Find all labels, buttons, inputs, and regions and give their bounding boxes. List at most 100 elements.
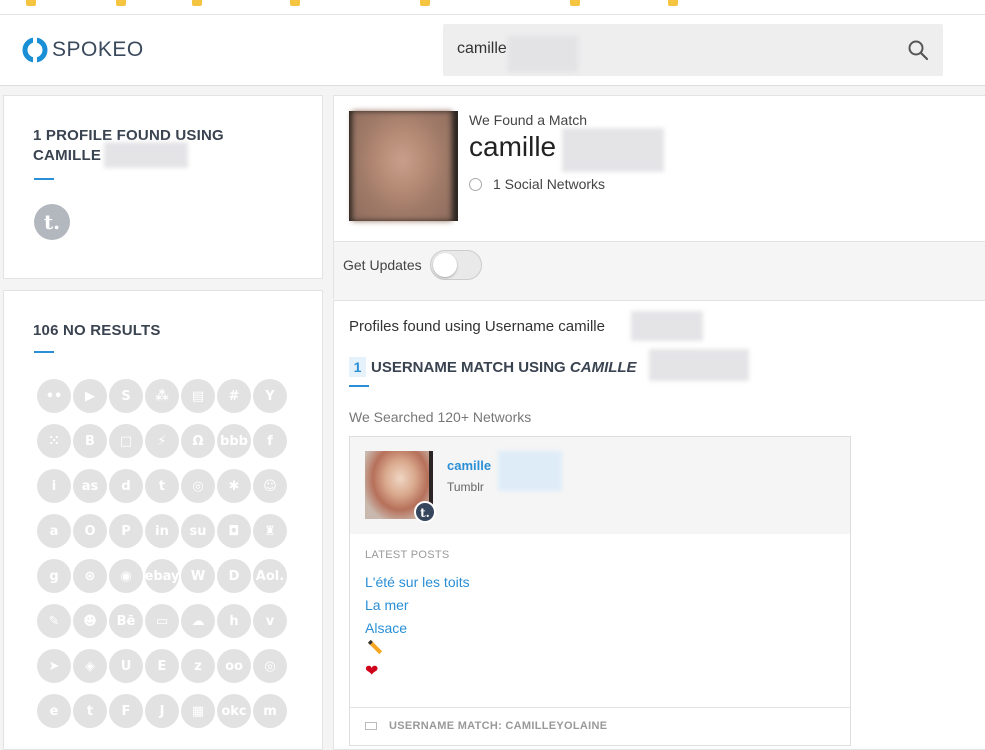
blog-icon[interactable]: ▤	[181, 379, 215, 413]
amazon-icon[interactable]: a	[37, 514, 71, 548]
smile-icon[interactable]: ☻	[73, 604, 107, 638]
square-icon[interactable]: □	[109, 424, 143, 458]
goodreads-icon[interactable]: g	[37, 559, 71, 593]
get-updates-toggle[interactable]	[430, 250, 482, 280]
info-icon[interactable]: i	[37, 469, 71, 503]
bookmark-folder-icon[interactable]	[116, 0, 126, 6]
face-icon[interactable]: ☺	[253, 469, 287, 503]
target-icon[interactable]: ◎	[253, 649, 287, 683]
result-item: t. camille Tumblr LATEST POSTS L'été sur…	[349, 436, 851, 746]
search-icon[interactable]	[907, 39, 929, 61]
zap-icon[interactable]: ⚡	[145, 424, 179, 458]
houzz-icon[interactable]: h	[217, 604, 251, 638]
tripadvisor-icon[interactable]: oo	[217, 649, 251, 683]
result-footer: USERNAME MATCH: CAMILLEYOLAINE	[350, 707, 850, 732]
profiles-found-card: 1 PROFILE FOUND USING CAMILLE t.	[3, 95, 323, 279]
globe-icon	[469, 177, 482, 191]
bbb-icon[interactable]: bbb	[217, 424, 251, 458]
foursquare-icon[interactable]: F	[109, 694, 143, 728]
m-icon[interactable]: m	[253, 694, 287, 728]
result-username-link[interactable]: camille	[447, 458, 491, 473]
twitter-icon[interactable]: t	[145, 469, 179, 503]
social-networks-row: 1 Social Networks	[469, 176, 605, 192]
lastfm-icon[interactable]: as	[73, 469, 107, 503]
blogger-icon[interactable]: B	[73, 424, 107, 458]
no-results-title: 106 NO RESULTS	[33, 322, 161, 339]
dribbble-icon[interactable]: ⊛	[73, 559, 107, 593]
match-count-badge: 1	[349, 357, 366, 377]
stumbleupon-icon[interactable]: su	[181, 514, 215, 548]
aol-icon[interactable]: Aol.	[253, 559, 287, 593]
bookmark-folder-icon[interactable]	[192, 0, 202, 6]
match-summary-card: We Found a Match camille 1 Social Networ…	[333, 95, 985, 299]
post-link[interactable]: La mer	[365, 597, 409, 613]
ustream-icon[interactable]: U	[109, 649, 143, 683]
shoe-icon[interactable]: ✎	[37, 604, 71, 638]
title-underline	[34, 351, 54, 353]
username-match-title: 1 USERNAME MATCH USING CAMILLE	[349, 357, 637, 377]
instagram-icon[interactable]: ◘	[217, 514, 251, 548]
profile-photo[interactable]	[349, 111, 458, 221]
disqus-icon[interactable]: D	[217, 559, 251, 593]
dailymotion-icon[interactable]: d	[109, 469, 143, 503]
ebay-icon[interactable]: ebay	[145, 559, 180, 593]
bookmark-folder-icon[interactable]	[420, 0, 430, 6]
bookmark-folder-icon[interactable]	[570, 0, 580, 6]
redaction-blur	[508, 36, 578, 72]
lego-icon[interactable]: ▭	[145, 604, 179, 638]
bookmark-folder-icon[interactable]	[668, 0, 678, 6]
myspace-icon[interactable]: ⁂	[145, 379, 179, 413]
bag-icon[interactable]: ◈	[73, 649, 107, 683]
soundcloud-icon[interactable]: ☁	[181, 604, 215, 638]
match-title-username: CAMILLE	[569, 358, 637, 376]
site-header: SPOKEO	[0, 15, 985, 86]
mail-icon	[365, 722, 377, 730]
ycombinator-icon[interactable]: Y	[253, 379, 287, 413]
flickr-icon[interactable]: ••	[37, 379, 71, 413]
profile-photo-blurred	[352, 111, 452, 221]
spokeo-logo[interactable]: SPOKEO	[22, 37, 144, 63]
okcupid-icon[interactable]: okc	[217, 694, 251, 728]
eye-icon[interactable]: ◉	[109, 559, 143, 593]
etsy-icon[interactable]: e	[37, 694, 71, 728]
z-icon[interactable]: z	[181, 649, 215, 683]
no-result-networks-grid: •• ▶ S ⁂ ▤ # Y ⁙ B □ ⚡ Ωbbb f i as d t ◎ ✱ ☺ a O Pin su ◘ ♜ g ⊛ ◉ eba…	[37, 379, 287, 728]
toggle-knob	[433, 253, 457, 277]
popcorn-icon[interactable]: ♜	[253, 514, 287, 548]
ravelry-icon[interactable]: ▦	[181, 694, 215, 728]
redaction-blur	[104, 142, 188, 168]
bookmark-folder-icon[interactable]	[290, 0, 300, 6]
grid-icon[interactable]: ⁙	[37, 424, 71, 458]
title-underline	[34, 178, 54, 180]
youtube-icon[interactable]: ▶	[73, 379, 107, 413]
headphones-icon[interactable]: Ω	[181, 424, 215, 458]
profiles-found-label: Profiles found using Username camille	[349, 318, 605, 335]
behance-icon[interactable]: Bē	[109, 604, 143, 638]
bird-icon[interactable]: ➤	[37, 649, 71, 683]
tumblr-icon[interactable]: t	[73, 694, 107, 728]
e-icon[interactable]: E	[145, 649, 179, 683]
pinterest-icon[interactable]: P	[109, 514, 143, 548]
vimeo-icon[interactable]: v	[253, 604, 287, 638]
post-link[interactable]: L'été sur les toits	[365, 574, 470, 590]
heart-emoji-icon: ❤	[365, 663, 379, 680]
username-results-card: Profiles found using Username camille 1 …	[333, 300, 985, 750]
tumblr-network-icon[interactable]: t.	[34, 204, 70, 240]
facebook-icon[interactable]: f	[253, 424, 287, 458]
j-icon[interactable]: J	[145, 694, 179, 728]
title-underline	[349, 385, 369, 387]
skype-icon[interactable]: S	[109, 379, 143, 413]
post-link[interactable]: Alsace	[365, 620, 407, 636]
no-results-card: 106 NO RESULTS •• ▶ S ⁂ ▤ # Y ⁙ B □ ⚡ Ωbbb f i as d t ◎ ✱ ☺…	[3, 290, 323, 750]
aperture-icon[interactable]: ◎	[181, 469, 215, 503]
bookmark-folder-icon[interactable]	[26, 0, 36, 6]
result-header: t. camille Tumblr	[350, 437, 850, 534]
get-updates-bar: Get Updates	[334, 241, 985, 299]
linkedin-icon[interactable]: in	[145, 514, 179, 548]
circle-icon[interactable]: O	[73, 514, 107, 548]
redaction-blur	[649, 349, 749, 381]
yelp-icon[interactable]: ✱	[217, 469, 251, 503]
wordpress-icon[interactable]: W	[181, 559, 215, 593]
match-title-text: USERNAME MATCH USING	[371, 358, 566, 376]
slack-icon[interactable]: #	[217, 379, 251, 413]
